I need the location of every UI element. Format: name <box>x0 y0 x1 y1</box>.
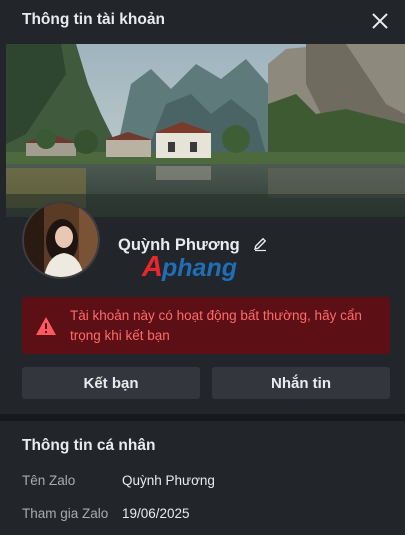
info-label-join-date: Tham gia Zalo <box>22 506 109 521</box>
warning-banner: Tài khoản này có hoạt động bất thường, h… <box>22 297 390 354</box>
add-friend-button[interactable]: Kết bạn <box>22 367 200 399</box>
svg-text:phang: phang <box>161 254 237 282</box>
avatar[interactable] <box>22 201 100 279</box>
account-info-dialog: Thông tin tài khoản Quỳnh Phương A phang… <box>0 0 405 535</box>
info-value-zalo-name: Quỳnh Phương <box>122 473 215 488</box>
section-divider <box>0 414 405 421</box>
message-button[interactable]: Nhắn tin <box>212 367 390 399</box>
svg-text:A: A <box>141 251 163 283</box>
info-value-join-date: 19/06/2025 <box>122 506 190 521</box>
personal-info-title: Thông tin cá nhân <box>22 437 156 454</box>
dialog-title: Thông tin tài khoản <box>22 11 165 28</box>
warning-text: Tài khoản này có hoạt động bất thường, h… <box>70 308 362 343</box>
close-button[interactable] <box>367 8 393 34</box>
watermark-logo: A phang <box>140 247 270 285</box>
info-label-zalo-name: Tên Zalo <box>22 473 76 488</box>
close-icon <box>372 13 388 29</box>
cover-photo[interactable] <box>6 44 405 217</box>
dialog-header: Thông tin tài khoản <box>0 0 405 44</box>
warning-triangle-icon <box>35 316 57 336</box>
